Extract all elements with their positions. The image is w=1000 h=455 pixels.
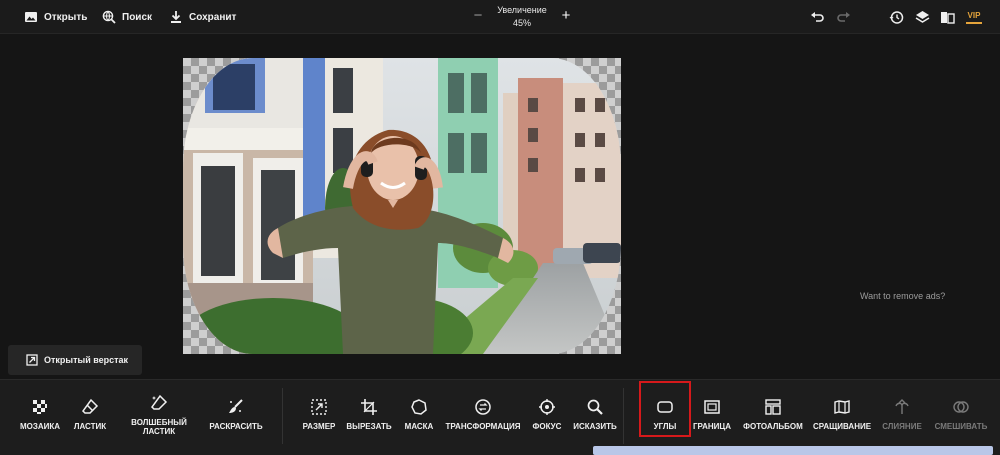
tool-label: ИСКАЗИТЬ bbox=[573, 422, 617, 431]
image-icon bbox=[25, 12, 37, 22]
eraser-icon bbox=[81, 398, 99, 416]
tool-photo-album[interactable]: ФОТОАЛЬБОМ bbox=[742, 398, 804, 450]
tool-corners[interactable]: УГЛЫ bbox=[639, 381, 691, 437]
tool-label: УГЛЫ bbox=[653, 422, 677, 431]
photo-album-icon bbox=[764, 398, 782, 416]
merge-icon bbox=[893, 398, 911, 416]
toolbar-divider bbox=[623, 388, 624, 444]
open-button[interactable]: Открыть bbox=[24, 8, 87, 26]
edited-photo bbox=[183, 58, 621, 354]
tool-eraser[interactable]: ЛАСТИК bbox=[70, 398, 110, 450]
compare-icon[interactable] bbox=[940, 10, 955, 25]
open-label: Открыть bbox=[44, 11, 88, 23]
vip-badge[interactable]: VIP bbox=[966, 11, 982, 24]
crop-icon bbox=[360, 398, 378, 416]
save-button[interactable]: Сохранит bbox=[169, 8, 236, 26]
focus-icon bbox=[538, 398, 556, 416]
magic-eraser-icon bbox=[150, 394, 168, 412]
horizontal-scrollbar[interactable] bbox=[593, 446, 993, 455]
tool-mosaic[interactable]: МОЗАИКА bbox=[18, 398, 62, 450]
tool-transform[interactable]: ТРАНСФОРМАЦИЯ bbox=[445, 398, 521, 450]
tool-label: РАСКРАСИТЬ bbox=[209, 422, 263, 431]
search-label: Поиск bbox=[122, 11, 153, 23]
tool-border[interactable]: ГРАНИЦА bbox=[693, 398, 731, 450]
zoom-out-button[interactable]: − bbox=[472, 8, 484, 23]
tool-label: ЛАСТИК bbox=[73, 422, 107, 431]
tool-label: СМЕШИВАТЬ bbox=[934, 422, 988, 431]
tools-toolbar: МОЗАИКА ЛАСТИК ВОЛШЕБНЫЙ ЛАСТИК РАСКРАСИ… bbox=[0, 379, 1000, 455]
mask-icon bbox=[410, 398, 428, 416]
tool-distort[interactable]: ИСКАЗИТЬ bbox=[572, 398, 618, 450]
expand-icon bbox=[26, 354, 38, 366]
toolbar-divider bbox=[282, 388, 283, 444]
open-layout-label: Открытый верстак bbox=[44, 355, 129, 365]
woman-with-headphones-photo bbox=[183, 58, 621, 354]
transform-icon bbox=[474, 398, 492, 416]
download-icon bbox=[171, 11, 181, 23]
tool-splice[interactable]: СРАЩИВАНИЕ bbox=[813, 398, 871, 450]
tool-label: МАСКА bbox=[404, 422, 434, 431]
tool-paint[interactable]: РАСКРАСИТЬ bbox=[206, 398, 266, 450]
mosaic-icon bbox=[31, 398, 49, 416]
search-button[interactable]: Поиск bbox=[102, 8, 152, 26]
zoom-value: 45% bbox=[512, 18, 531, 28]
undo-icon[interactable] bbox=[810, 10, 825, 25]
tool-focus[interactable]: ФОКУС bbox=[530, 398, 564, 450]
tool-label: ВЫРЕЗАТЬ bbox=[346, 422, 392, 431]
tool-label: МОЗАИКА bbox=[19, 422, 61, 431]
blend-icon bbox=[952, 398, 970, 416]
open-layout-button[interactable]: Открытый верстак bbox=[8, 345, 142, 375]
image-canvas[interactable] bbox=[183, 58, 621, 354]
history-icon[interactable] bbox=[889, 10, 904, 25]
tool-label: ФОКУС bbox=[532, 422, 562, 431]
distort-icon bbox=[586, 398, 604, 416]
tool-label: ТРАНСФОРМАЦИЯ bbox=[445, 422, 521, 431]
splice-icon bbox=[833, 398, 851, 416]
tool-label: ГРАНИЦА bbox=[692, 422, 732, 431]
resize-icon bbox=[310, 398, 328, 416]
top-toolbar: Открыть Поиск Сохранит − Увеличение 45% … bbox=[0, 0, 1000, 34]
zoom-label: Увеличение bbox=[497, 5, 547, 15]
tool-label: ФОТОАЛЬБОМ bbox=[743, 422, 803, 431]
remove-ads-link[interactable]: Want to remove ads? bbox=[860, 291, 945, 301]
tool-crop[interactable]: ВЫРЕЗАТЬ bbox=[346, 398, 392, 450]
redo-icon[interactable] bbox=[836, 10, 851, 25]
save-label: Сохранит bbox=[189, 11, 237, 23]
zoom-control: − Увеличение 45% + bbox=[470, 4, 574, 32]
tool-label: РАЗМЕР bbox=[302, 422, 336, 431]
globe-search-icon bbox=[102, 10, 116, 24]
tool-merge: СЛИЯНИЕ bbox=[880, 398, 924, 450]
border-icon bbox=[703, 398, 721, 416]
tool-label: ВОЛШЕБНЫЙ ЛАСТИК bbox=[131, 418, 187, 436]
tool-resize[interactable]: РАЗМЕР bbox=[298, 398, 340, 450]
tool-blend: СМЕШИВАТЬ bbox=[934, 398, 988, 450]
tool-magic-eraser[interactable]: ВОЛШЕБНЫЙ ЛАСТИК bbox=[128, 394, 190, 446]
zoom-in-button[interactable]: + bbox=[560, 8, 572, 23]
tool-mask[interactable]: МАСКА bbox=[401, 398, 437, 450]
tool-label: СЛИЯНИЕ bbox=[882, 422, 922, 431]
corners-icon bbox=[656, 398, 674, 416]
paint-icon bbox=[227, 398, 245, 416]
layers-icon[interactable] bbox=[915, 10, 930, 25]
tool-label: СРАЩИВАНИЕ bbox=[812, 422, 872, 431]
